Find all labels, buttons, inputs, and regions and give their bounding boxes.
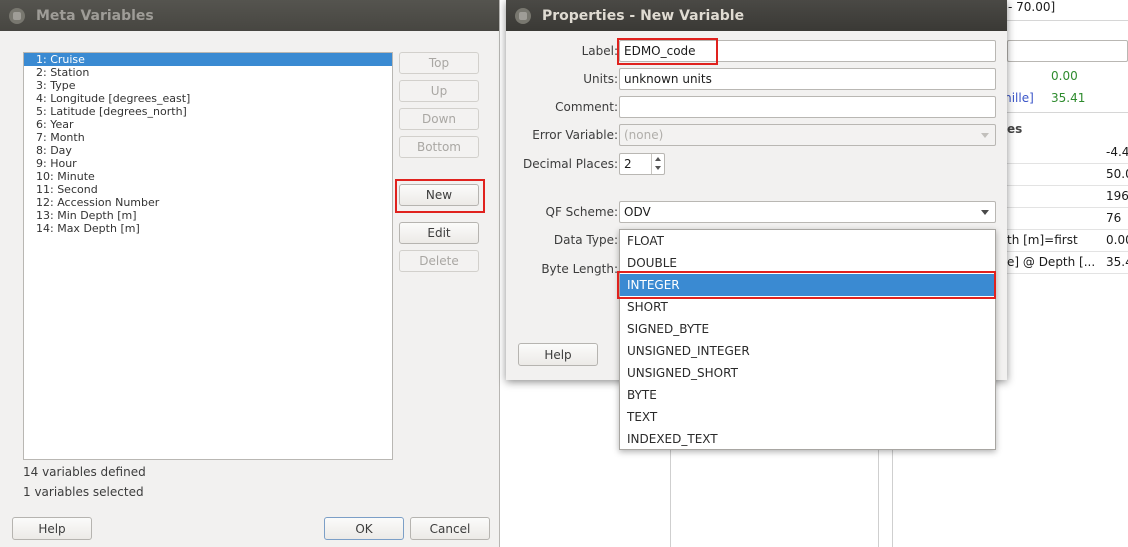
cancel-button[interactable]: Cancel: [410, 517, 490, 540]
bg-value-2: 35.41: [1051, 91, 1086, 105]
bg-row: 50.0: [1007, 164, 1128, 186]
data-type-option[interactable]: UNSIGNED_INTEGER: [620, 340, 995, 362]
bg-range-text: - 70.00]: [1008, 0, 1056, 14]
bottom-button[interactable]: Bottom: [399, 136, 479, 158]
bg-row-label: th [m]=first: [1007, 233, 1078, 247]
qf-scheme-value: ODV: [624, 205, 651, 219]
help-button[interactable]: Help: [12, 517, 92, 540]
comment-input[interactable]: [619, 96, 996, 118]
edit-button[interactable]: Edit: [399, 222, 479, 244]
list-item[interactable]: 7: Month: [24, 131, 392, 144]
list-item[interactable]: 11: Second: [24, 183, 392, 196]
new-button[interactable]: New: [399, 184, 479, 206]
decimal-places-value: 2: [624, 157, 632, 171]
bg-separator-2: [1007, 112, 1128, 113]
up-button[interactable]: Up: [399, 80, 479, 102]
bg-input[interactable]: [1007, 40, 1128, 62]
bg-row: 76: [1007, 208, 1128, 230]
close-icon[interactable]: [515, 7, 531, 24]
variables-selected-status: 1 variables selected: [23, 485, 144, 499]
data-type-option[interactable]: SIGNED_BYTE: [620, 318, 995, 340]
bg-separator: [1007, 20, 1128, 21]
down-button[interactable]: Down: [399, 108, 479, 130]
list-item[interactable]: 8: Day: [24, 144, 392, 157]
error-variable-value: (none): [624, 128, 664, 142]
variables-defined-status: 14 variables defined: [23, 465, 146, 479]
qf-scheme-label: QF Scheme:: [545, 205, 618, 219]
data-type-option[interactable]: INDEXED_TEXT: [620, 428, 995, 450]
decimal-places-stepper[interactable]: 2: [619, 153, 665, 175]
list-item[interactable]: 6: Year: [24, 118, 392, 131]
list-item[interactable]: 2: Station: [24, 66, 392, 79]
bg-row-value: 50.0: [1106, 167, 1128, 181]
byte-length-label: Byte Length:: [541, 262, 618, 276]
data-type-option[interactable]: FLOAT: [620, 230, 995, 252]
bg-row-value: 35.4: [1106, 255, 1128, 269]
list-item[interactable]: 10: Minute: [24, 170, 392, 183]
list-item[interactable]: 13: Min Depth [m]: [24, 209, 392, 222]
meta-titlebar[interactable]: Meta Variables: [0, 0, 499, 31]
ok-button[interactable]: OK: [324, 517, 404, 540]
bg-section-heading: es: [1007, 122, 1023, 136]
bg-row: -4.4: [1007, 142, 1128, 164]
properties-titlebar[interactable]: Properties - New Variable: [506, 0, 1007, 31]
bg-value-green: 0.00: [1051, 69, 1078, 83]
chevron-down-icon: [981, 210, 989, 215]
bg-row-value: -4.4: [1106, 145, 1128, 159]
variables-list[interactable]: 1: Cruise 2: Station 3: Type 4: Longitud…: [23, 52, 393, 460]
units-input[interactable]: unknown units: [619, 68, 996, 90]
data-type-dropdown-list[interactable]: FLOAT DOUBLE INTEGER SHORT SIGNED_BYTE U…: [619, 229, 996, 450]
properties-help-button[interactable]: Help: [518, 343, 598, 366]
integer-option-highlight: [617, 271, 996, 299]
bg-row: 196: [1007, 186, 1128, 208]
qf-scheme-select[interactable]: ODV: [619, 201, 996, 223]
properties-dialog-title: Properties - New Variable: [542, 7, 745, 24]
list-item[interactable]: 3: Type: [24, 79, 392, 92]
bg-row-value: 0.00: [1106, 233, 1128, 247]
delete-button[interactable]: Delete: [399, 250, 479, 272]
bg-row-value: 76: [1106, 211, 1122, 225]
data-type-option[interactable]: UNSIGNED_SHORT: [620, 362, 995, 384]
units-field-label: Units:: [583, 72, 618, 86]
label-input-highlight: [617, 38, 718, 65]
list-item[interactable]: 12: Accession Number: [24, 196, 392, 209]
top-button[interactable]: Top: [399, 52, 479, 74]
stepper-arrows-icon[interactable]: [651, 154, 664, 174]
error-variable-label: Error Variable:: [532, 128, 618, 142]
bg-row-value: 196: [1106, 189, 1128, 203]
label-field-label: Label:: [581, 44, 618, 58]
data-type-label: Data Type:: [553, 233, 618, 247]
data-type-option[interactable]: BYTE: [620, 384, 995, 406]
list-item[interactable]: 9: Hour: [24, 157, 392, 170]
list-item[interactable]: 1: Cruise: [24, 53, 392, 66]
data-type-option[interactable]: SHORT: [620, 296, 995, 318]
list-item[interactable]: 5: Latitude [degrees_north]: [24, 105, 392, 118]
bg-row-label: e] @ Depth [...: [1007, 255, 1096, 269]
bg-row: th [m]=first 0.00: [1007, 230, 1128, 252]
bg-column-divider: [670, 450, 671, 547]
chevron-down-icon: [981, 133, 989, 138]
list-item[interactable]: 14: Max Depth [m]: [24, 222, 392, 235]
data-type-option[interactable]: TEXT: [620, 406, 995, 428]
bg-row: e] @ Depth [... 35.4: [1007, 252, 1128, 274]
error-variable-select[interactable]: (none): [619, 124, 996, 146]
comment-field-label: Comment:: [555, 100, 618, 114]
list-item[interactable]: 4: Longitude [degrees_east]: [24, 92, 392, 105]
meta-dialog-title: Meta Variables: [36, 7, 154, 24]
meta-variables-dialog: Meta Variables 1: Cruise 2: Station 3: T…: [0, 0, 500, 547]
close-icon[interactable]: [9, 7, 25, 24]
bg-values-table: -4.4 50.0 196 76 th [m]=first 0.00 e] @ …: [1007, 142, 1128, 274]
decimal-places-label: Decimal Places:: [523, 157, 618, 171]
